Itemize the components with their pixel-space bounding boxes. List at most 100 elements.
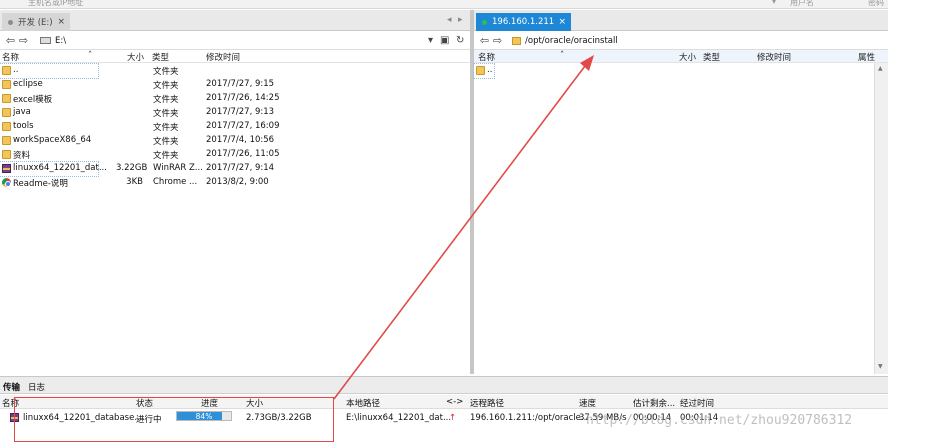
folder-open-icon[interactable]: ▣ [440, 35, 449, 46]
file-row[interactable]: linuxx64_12201_dat... 3.22GB WinRAR Z... 20… [0, 161, 274, 177]
file-row[interactable]: .. 文件夹 [0, 63, 179, 79]
folder-icon [2, 80, 11, 89]
close-icon[interactable]: × [57, 17, 65, 27]
host-input[interactable]: 主机名或IP地址 [28, 0, 83, 8]
col-attr[interactable]: 属性 [858, 51, 875, 63]
col-size[interactable]: 大小 [127, 51, 144, 63]
rar-icon [2, 164, 11, 173]
file-modified: 2017/7/27, 9:13 [206, 107, 275, 117]
file-size: 3KB [126, 177, 143, 187]
tab-remote[interactable]: 196.160.1.211 × [476, 13, 571, 31]
refresh-icon[interactable]: ↻ [456, 35, 464, 46]
local-pathbar: ⇦ ⇨ E:\ ▾ ▣ ↻ [0, 32, 470, 50]
connected-status-dot [482, 19, 487, 25]
transfer-local-path: E:\linuxx64_12201_dat... [346, 413, 452, 423]
file-type: 文件夹 [153, 67, 179, 77]
col-direction[interactable]: <-> [446, 397, 463, 407]
chrome-icon [2, 178, 11, 187]
folder-icon [2, 66, 11, 75]
folder-icon [512, 36, 521, 45]
col-name[interactable]: 名称 [2, 51, 19, 63]
col-speed[interactable]: 速度 [579, 397, 596, 409]
transfer-remote-path: 196.160.1.211:/opt/oracle... [470, 413, 589, 423]
file-type: 文件夹 [153, 81, 179, 91]
file-type: 文件夹 [153, 109, 179, 119]
remote-file-list: .. [473, 63, 874, 374]
col-eta[interactable]: 估计剩余... [633, 397, 675, 409]
file-row[interactable]: tools 文件夹 2017/7/27, 16:09 [0, 120, 470, 134]
local-file-list: .. 文件夹 eclipse 文件夹 2017/7/27, 9:15 excel模板 文件夹… [0, 63, 470, 374]
watermark: http://blog.csdn.net/zhou920786312 [586, 413, 853, 428]
col-modified[interactable]: 修改时间 [757, 51, 791, 63]
file-size: 3.22GB [116, 163, 148, 173]
back-icon[interactable]: ⇦ [478, 34, 491, 47]
remote-scrollbar[interactable]: ▲ ▼ [874, 63, 888, 374]
close-icon[interactable]: × [558, 17, 566, 27]
file-name: eclipse [13, 79, 43, 89]
tab-scroll-right-icon[interactable]: ▸ [458, 15, 463, 25]
col-modified[interactable]: 修改时间 [206, 51, 240, 63]
folder-icon [2, 122, 11, 131]
file-row[interactable]: Readme-说明 3KB Chrome ... 2013/8/2, 9:00 [0, 176, 470, 190]
file-name: Readme-说明 [13, 179, 68, 189]
forward-icon[interactable]: ⇨ [17, 34, 30, 47]
remote-tabbar: 196.160.1.211 × [474, 10, 888, 31]
tab-status-dot [8, 19, 13, 25]
path-dropdown-icon[interactable]: ▾ [428, 35, 433, 46]
back-icon[interactable]: ⇦ [4, 34, 17, 47]
file-name: linuxx64_12201_dat... [13, 163, 107, 173]
scroll-down-icon[interactable]: ▼ [878, 363, 883, 370]
file-row[interactable]: workSpaceX86_64 文件夹 2017/7/4, 10:56 [0, 134, 470, 148]
host-dropdown-icon[interactable]: ▾ [772, 0, 776, 6]
bottom-tabbar: 传输 日志 [0, 376, 888, 394]
folder-icon [2, 150, 11, 159]
tab-local[interactable]: 开发 (E:) × [2, 13, 70, 31]
sort-indicator-icon: ˆ [88, 51, 93, 61]
file-name: excel模板 [13, 95, 53, 105]
password-input[interactable]: 密码 [868, 0, 884, 8]
file-modified: 2017/7/26, 11:05 [206, 149, 280, 159]
file-name: java [13, 107, 31, 117]
col-elapsed[interactable]: 经过时间 [680, 397, 714, 409]
file-row[interactable]: .. [473, 63, 495, 79]
tab-remote-label: 196.160.1.211 [492, 17, 555, 27]
file-modified: 2017/7/27, 9:15 [206, 79, 275, 89]
file-name: .. [13, 65, 19, 75]
sort-indicator-icon: ˆ [560, 51, 565, 61]
forward-icon[interactable]: ⇨ [491, 34, 504, 47]
remote-pathbar: ⇦ ⇨ /opt/oracle/oracinstall [474, 32, 888, 50]
col-type[interactable]: 类型 [152, 51, 169, 63]
file-modified: 2013/8/2, 9:00 [206, 177, 269, 187]
drive-icon [40, 37, 51, 44]
file-type: 文件夹 [153, 151, 179, 161]
file-row[interactable]: excel模板 文件夹 2017/7/26, 14:25 [0, 92, 470, 106]
file-type: Chrome ... [153, 177, 198, 187]
file-type: WinRAR Z... [153, 163, 203, 173]
tab-transfer[interactable]: 传输 [3, 381, 20, 393]
user-input[interactable]: 用户名 [790, 0, 814, 8]
folder-icon [2, 108, 11, 117]
window-gutter [888, 0, 940, 442]
file-row[interactable]: 资料 文件夹 2017/7/26, 11:05 [0, 148, 470, 162]
tab-log[interactable]: 日志 [28, 381, 45, 393]
file-modified: 2017/7/4, 10:56 [206, 135, 275, 145]
file-name: tools [13, 121, 34, 131]
folder-icon [2, 136, 11, 145]
col-name[interactable]: 名称 [478, 51, 495, 63]
tab-local-label: 开发 (E:) [18, 18, 53, 28]
file-name: 资料 [13, 151, 31, 161]
scroll-up-icon[interactable]: ▲ [878, 65, 883, 72]
local-column-header: 名称 ˆ 大小 类型 修改时间 [0, 50, 470, 63]
col-size[interactable]: 大小 [679, 51, 696, 63]
col-local-path[interactable]: 本地路径 [346, 397, 380, 409]
remote-path[interactable]: /opt/oracle/oracinstall [525, 36, 618, 46]
tab-scroll-left-icon[interactable]: ◂ [447, 15, 452, 25]
folder-icon [476, 66, 485, 75]
host-bar: 主机名或IP地址 ▾ 用户名 密码 [0, 0, 940, 9]
file-row[interactable]: eclipse 文件夹 2017/7/27, 9:15 [0, 78, 470, 92]
col-type[interactable]: 类型 [703, 51, 720, 63]
col-remote-path[interactable]: 远程路径 [470, 397, 504, 409]
local-path[interactable]: E:\ [55, 36, 66, 46]
file-type: 文件夹 [153, 95, 179, 105]
file-row[interactable]: java 文件夹 2017/7/27, 9:13 [0, 106, 470, 120]
